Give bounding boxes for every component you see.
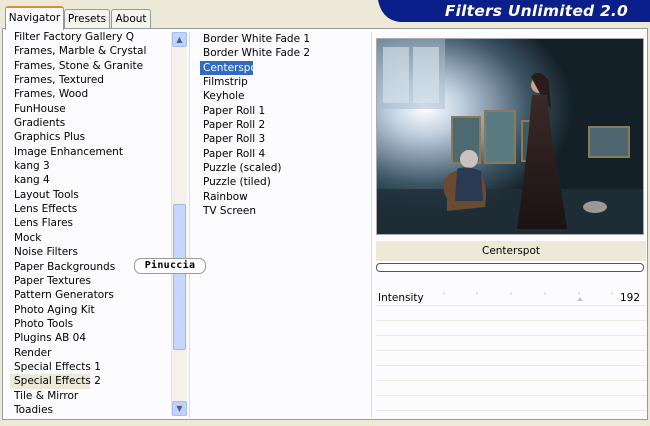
parameter-empty: [376, 411, 646, 426]
category-item[interactable]: Frames, Stone & Granite: [10, 59, 170, 73]
category-item[interactable]: Frames, Textured: [10, 73, 170, 87]
parameter-empty: [376, 336, 646, 351]
tab-strip: Navigator Presets About: [0, 0, 380, 30]
category-item[interactable]: Image Enhancement: [10, 145, 170, 159]
parameter-empty: [376, 306, 646, 321]
parameter-empty: [376, 381, 646, 396]
category-item[interactable]: Frames, Wood: [10, 87, 170, 101]
parameter-value: 192: [619, 292, 640, 304]
category-item[interactable]: Render: [10, 346, 170, 360]
category-item[interactable]: Photo Aging Kit: [10, 303, 170, 317]
title-banner: Filters Unlimited 2.0: [378, 0, 650, 22]
tab-navigator[interactable]: Navigator: [5, 6, 64, 30]
category-item[interactable]: kang 3: [10, 159, 170, 173]
category-item[interactable]: Filter Factory Gallery Q: [10, 30, 170, 44]
filter-item[interactable]: Paper Roll 2: [200, 118, 360, 132]
scroll-down-button[interactable]: ▼: [172, 401, 187, 416]
watermark-label: Pinuccia: [134, 258, 206, 274]
category-item[interactable]: Paper Textures: [10, 274, 170, 288]
category-list[interactable]: Filter Factory Gallery Q Frames, Marble &…: [10, 30, 170, 416]
filter-item[interactable]: Border White Fade 1: [200, 32, 360, 46]
category-item[interactable]: Toadies: [10, 403, 170, 416]
parameter-empty: [376, 351, 646, 366]
category-item[interactable]: Plugins AB 04: [10, 331, 170, 345]
column-divider: [189, 32, 190, 418]
filter-item[interactable]: Filmstrip: [200, 75, 360, 89]
tab-about[interactable]: About: [111, 9, 151, 28]
scroll-up-button[interactable]: ▲: [172, 32, 187, 47]
parameter-empty: [376, 366, 646, 381]
parameter-empty: [376, 321, 646, 336]
chevron-down-icon: ▼: [176, 403, 183, 413]
category-item[interactable]: Layout Tools: [10, 188, 170, 202]
scrollbar-thumb[interactable]: [173, 204, 186, 350]
column-divider: [371, 32, 372, 418]
filter-item[interactable]: Paper Roll 3: [200, 132, 360, 146]
parameter-panel: Intensity 192: [376, 291, 646, 426]
filter-item[interactable]: Puzzle (tiled): [200, 175, 360, 189]
filter-item[interactable]: Paper Roll 4: [200, 147, 360, 161]
category-item[interactable]: Lens Effects: [10, 202, 170, 216]
filter-item[interactable]: Paper Roll 1: [200, 104, 360, 118]
parameter-label: Intensity: [378, 292, 424, 304]
parameter-empty: [376, 396, 646, 411]
tab-presets[interactable]: Presets: [64, 9, 110, 28]
category-item[interactable]: Gradients: [10, 116, 170, 130]
category-item[interactable]: Frames, Marble & Crystal: [10, 44, 170, 58]
category-item[interactable]: Tile & Mirror: [10, 389, 170, 403]
category-item[interactable]: Lens Flares: [10, 216, 170, 230]
category-item[interactable]: Pattern Generators: [10, 288, 170, 302]
filter-name-display: Centerspot: [376, 241, 646, 261]
category-item[interactable]: Graphics Plus: [10, 130, 170, 144]
filter-item[interactable]: Rainbow: [200, 190, 360, 204]
category-item[interactable]: Special Effects 2: [10, 374, 101, 389]
progress-bar: [376, 263, 644, 272]
parameter-intensity[interactable]: Intensity 192: [376, 291, 646, 306]
chevron-up-icon: ▲: [176, 34, 183, 44]
category-item[interactable]: FunHouse: [10, 102, 170, 116]
filter-item[interactable]: Centerspot: [200, 60, 261, 76]
category-item[interactable]: kang 4: [10, 173, 170, 187]
filter-item[interactable]: Keyhole: [200, 89, 360, 103]
category-item[interactable]: Photo Tools: [10, 317, 170, 331]
filter-item[interactable]: Border White Fade 2: [200, 46, 360, 60]
filter-list[interactable]: Border White Fade 1 Border White Fade 2 Ce…: [200, 32, 360, 218]
preview-scene: [377, 39, 643, 234]
filter-item[interactable]: Puzzle (scaled): [200, 161, 360, 175]
category-item[interactable]: Special Effects 1: [10, 360, 170, 374]
slider-marker[interactable]: [577, 297, 583, 301]
preview-image: [376, 38, 644, 235]
category-item[interactable]: Mock: [10, 231, 170, 245]
app-title: Filters Unlimited 2.0: [444, 2, 628, 20]
filter-item[interactable]: TV Screen: [200, 204, 360, 218]
category-scrollbar[interactable]: ▲ ▼: [171, 32, 187, 416]
